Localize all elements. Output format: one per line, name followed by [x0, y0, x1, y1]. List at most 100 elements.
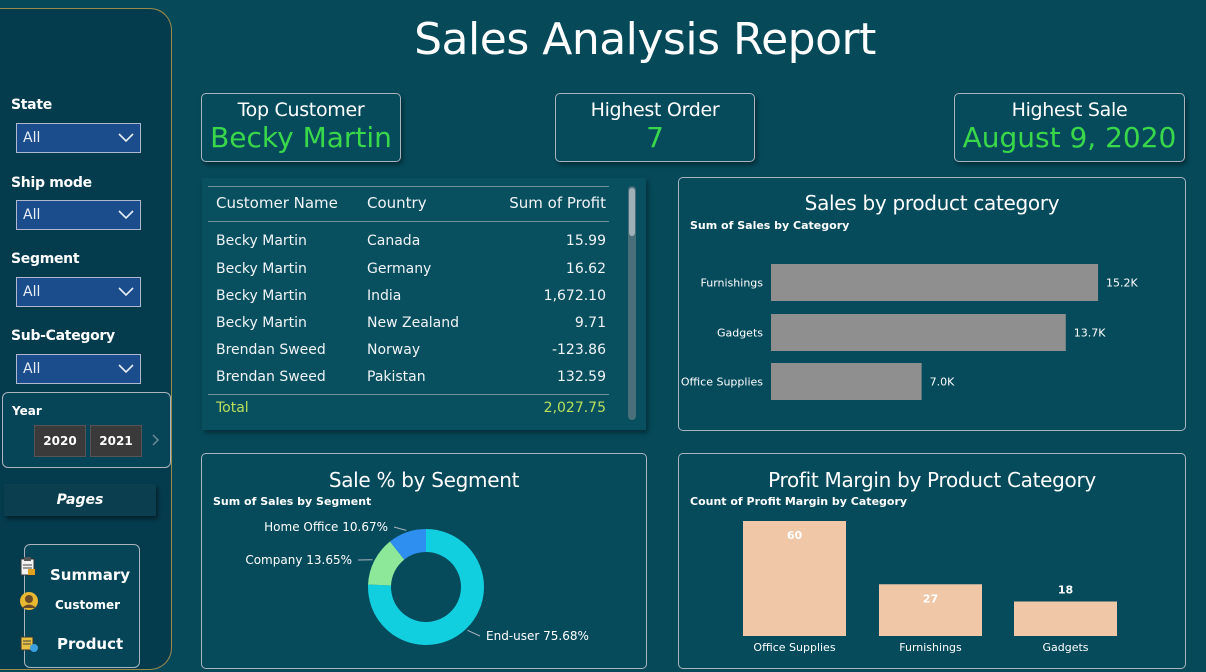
profit-margin-panel: Profit Margin by Product Category Count … [678, 453, 1186, 669]
ship-mode-dropdown[interactable]: All [16, 200, 141, 230]
page-title: Sales Analysis Report [414, 14, 876, 65]
category-label: Office Supplies [753, 641, 835, 654]
nav-customer-label: Customer [55, 598, 121, 612]
table-cell: Norway [367, 342, 421, 358]
sale-by-segment-chart: End-user 75.68% Company 13.65% Home Office… [245, 520, 589, 645]
table-cell: India [367, 288, 402, 304]
table-header-row: Customer Name Country Sum of Profit [216, 194, 606, 221]
highest-sale-value: August 9, 2020 [962, 121, 1177, 154]
table-row[interactable]: Becky Martin Canada 15.99 [216, 233, 606, 260]
segment-dropdown-value: All [23, 284, 41, 300]
table-row[interactable]: Brendan Sweed Norway -123.86 [216, 342, 606, 369]
year-slicer-label: Year [12, 404, 42, 418]
table-row[interactable]: Becky Martin New Zealand 9.71 [216, 315, 606, 342]
table-cell: Brendan Sweed [216, 342, 326, 358]
data-label: 13.7K [1074, 327, 1106, 340]
table-scrollbar[interactable] [628, 186, 636, 420]
product-icon [20, 636, 38, 652]
leader-line [393, 526, 407, 531]
year-button-2021[interactable]: 2021 [90, 425, 142, 457]
table-cell: New Zealand [367, 315, 459, 331]
table-scrollbar-thumb[interactable] [629, 188, 635, 236]
data-label: Company 13.65% [245, 553, 352, 567]
clipboard-icon [20, 557, 35, 576]
state-filter-label: State [11, 97, 52, 113]
bar[interactable] [771, 363, 922, 400]
nav-customer[interactable]: Customer [19, 590, 120, 612]
table-cell: Becky Martin [216, 261, 307, 277]
year-slicer: Year 2020 2021 [2, 392, 171, 468]
table-total-label: Total [216, 400, 249, 416]
sales-by-category-panel: Sales by product category Sum of Sales b… [678, 177, 1186, 431]
table-header-profit[interactable]: Sum of Profit [509, 194, 606, 212]
table-cell: 9.71 [574, 315, 606, 331]
data-label: 7.0K [930, 376, 955, 389]
sub-category-dropdown[interactable]: All [16, 354, 141, 384]
chevron-down-icon [118, 133, 134, 143]
table-cell: Becky Martin [216, 233, 307, 249]
table-cell: Becky Martin [216, 315, 307, 331]
data-label: End-user 75.68% [486, 629, 589, 643]
chevron-down-icon [118, 287, 134, 297]
table-row[interactable]: Becky Martin India 1,672.10 [216, 288, 606, 315]
table-cell: Germany [367, 261, 432, 277]
user-icon [20, 592, 38, 610]
pages-button[interactable]: Pages [4, 484, 156, 516]
nav-summary-label: Summary [50, 566, 131, 584]
table-cell: 1,672.10 [543, 288, 606, 304]
segment-filter-label: Segment [11, 251, 80, 267]
ship-mode-filter-label: Ship mode [11, 175, 92, 191]
table-header-country[interactable]: Country [367, 194, 427, 212]
leader-line [467, 629, 481, 637]
table-row[interactable]: Brendan Sweed Pakistan 132.59 [216, 369, 606, 396]
bar[interactable] [771, 264, 1099, 301]
top-customer-label: Top Customer [237, 99, 365, 121]
top-customer-value: Becky Martin [210, 121, 392, 154]
chevron-right-icon[interactable] [152, 434, 160, 446]
highest-sale-label: Highest Sale [1011, 99, 1128, 121]
profit-margin-chart: 60 Office Supplies 27 Furnishings 18 Gadgets [743, 521, 1117, 654]
table-total-value: 2,027.75 [543, 400, 606, 416]
state-dropdown[interactable]: All [16, 123, 141, 153]
table-header-customer[interactable]: Customer Name [216, 194, 338, 212]
sub-category-filter-label: Sub-Category [11, 328, 115, 344]
bar[interactable] [1014, 601, 1117, 637]
sale-by-segment-panel: Sale % by Segment Sum of Sales by Segmen… [201, 453, 647, 669]
table-total-row: Total 2,027.75 [216, 400, 606, 427]
highest-order-card: Highest Order 7 [555, 93, 755, 162]
table-cell: Pakistan [367, 369, 426, 385]
ship-mode-dropdown-value: All [23, 207, 41, 223]
table-cell: Brendan Sweed [216, 369, 326, 385]
table-row[interactable]: Becky Martin Germany 16.62 [216, 261, 606, 288]
highest-order-value: 7 [646, 121, 664, 154]
category-label: Office Supplies [681, 376, 763, 389]
top-customer-card: Top Customer Becky Martin [201, 93, 401, 162]
data-label: Home Office 10.67% [264, 520, 388, 534]
data-label: 15.2K [1106, 277, 1138, 290]
bar[interactable] [771, 314, 1066, 351]
table-cell: 15.99 [565, 233, 606, 249]
table-cell: Canada [367, 233, 421, 249]
state-dropdown-value: All [23, 130, 41, 146]
highest-order-label: Highest Order [590, 99, 720, 121]
sales-by-category-chart: Furnishings 15.2K Gadgets 13.7K Office Suppl… [681, 264, 1139, 400]
nav-product[interactable]: Product [19, 634, 123, 654]
customer-profit-table: Customer Name Country Sum of Profit Beck… [202, 178, 646, 430]
chevron-down-icon [118, 210, 134, 220]
category-label: Furnishings [899, 641, 962, 654]
segment-dropdown[interactable]: All [16, 277, 141, 307]
data-label: 18 [1058, 584, 1073, 597]
data-label: 27 [923, 592, 938, 605]
table-cell: 132.59 [557, 369, 606, 385]
data-label: 60 [787, 529, 803, 542]
category-label: Furnishings [701, 277, 764, 290]
category-label: Gadgets [717, 327, 763, 340]
table-cell: 16.62 [565, 261, 606, 277]
category-label: Gadgets [1042, 641, 1088, 654]
year-button-2020[interactable]: 2020 [34, 425, 86, 457]
highest-sale-card: Highest Sale August 9, 2020 [954, 93, 1185, 162]
nav-summary[interactable]: Summary [18, 548, 130, 584]
nav-product-label: Product [57, 635, 124, 653]
sub-category-dropdown-value: All [23, 361, 41, 377]
chevron-down-icon [118, 364, 134, 374]
